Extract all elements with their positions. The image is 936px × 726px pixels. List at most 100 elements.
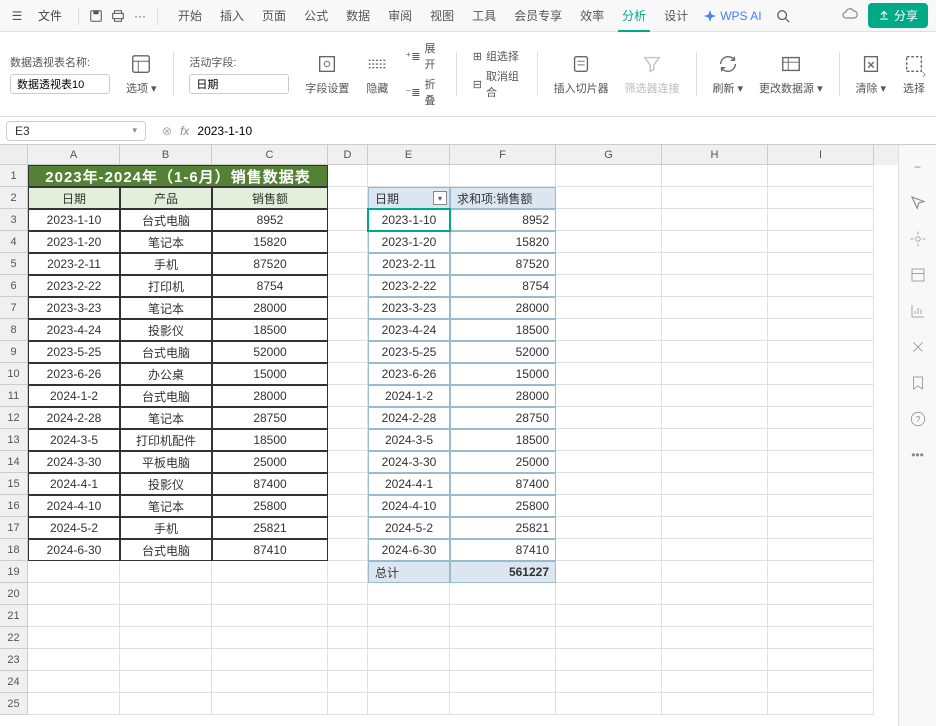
formula-input[interactable] (197, 124, 926, 138)
cell-C16[interactable]: 25800 (212, 495, 328, 517)
cell-H21[interactable] (662, 605, 768, 627)
cell-I15[interactable] (768, 473, 874, 495)
cell-B9[interactable]: 台式电脑 (120, 341, 212, 363)
cell-C8[interactable]: 18500 (212, 319, 328, 341)
cell-I10[interactable] (768, 363, 874, 385)
col-header-B[interactable]: B (120, 145, 212, 165)
cell-I17[interactable] (768, 517, 874, 539)
cell-A23[interactable] (28, 649, 120, 671)
hamburger-icon[interactable]: ☰ (8, 7, 26, 25)
cell-G3[interactable] (556, 209, 662, 231)
cell-H19[interactable] (662, 561, 768, 583)
col-header-G[interactable]: G (556, 145, 662, 165)
cell-A10[interactable]: 2023-6-26 (28, 363, 120, 385)
cell-C13[interactable]: 18500 (212, 429, 328, 451)
cell-D15[interactable] (328, 473, 368, 495)
pivot-row-13[interactable]: 2024-3-5 (368, 429, 450, 451)
cell-G8[interactable] (556, 319, 662, 341)
cell-I20[interactable] (768, 583, 874, 605)
pivot-val-3[interactable]: 8952 (450, 209, 556, 231)
cell-D22[interactable] (328, 627, 368, 649)
cell-D2[interactable] (328, 187, 368, 209)
cell-D25[interactable] (328, 693, 368, 715)
cell-B22[interactable] (120, 627, 212, 649)
layout-icon[interactable] (908, 265, 928, 285)
cell-D9[interactable] (328, 341, 368, 363)
row-header-23[interactable]: 23 (0, 649, 28, 671)
pivot-val-4[interactable]: 15820 (450, 231, 556, 253)
row-header-11[interactable]: 11 (0, 385, 28, 407)
cell-I24[interactable] (768, 671, 874, 693)
pivot-row-5[interactable]: 2023-2-11 (368, 253, 450, 275)
pivot-val-5[interactable]: 87520 (450, 253, 556, 275)
cell-C14[interactable]: 25000 (212, 451, 328, 473)
cell-I23[interactable] (768, 649, 874, 671)
cell-A15[interactable]: 2024-4-1 (28, 473, 120, 495)
cell-I21[interactable] (768, 605, 874, 627)
cell-G15[interactable] (556, 473, 662, 495)
cell-I7[interactable] (768, 297, 874, 319)
cell-A11[interactable]: 2024-1-2 (28, 385, 120, 407)
fx-icon[interactable]: fx (180, 124, 189, 138)
cell-B8[interactable]: 投影仪 (120, 319, 212, 341)
cell-F21[interactable] (450, 605, 556, 627)
cell-G18[interactable] (556, 539, 662, 561)
pivot-val-16[interactable]: 25800 (450, 495, 556, 517)
cell-C23[interactable] (212, 649, 328, 671)
row-header-10[interactable]: 10 (0, 363, 28, 385)
row-header-5[interactable]: 5 (0, 253, 28, 275)
pivot-val-6[interactable]: 8754 (450, 275, 556, 297)
cell-G24[interactable] (556, 671, 662, 693)
row-header-4[interactable]: 4 (0, 231, 28, 253)
cell-A4[interactable]: 2023-1-20 (28, 231, 120, 253)
cell-A14[interactable]: 2024-3-30 (28, 451, 120, 473)
pivot-row-header[interactable]: 日期▾ (368, 187, 450, 209)
cell-B6[interactable]: 打印机 (120, 275, 212, 297)
row-header-21[interactable]: 21 (0, 605, 28, 627)
cell-H13[interactable] (662, 429, 768, 451)
cell-G20[interactable] (556, 583, 662, 605)
cell-G11[interactable] (556, 385, 662, 407)
pivot-val-7[interactable]: 28000 (450, 297, 556, 319)
cell-B11[interactable]: 台式电脑 (120, 385, 212, 407)
cell-D16[interactable] (328, 495, 368, 517)
cell-B17[interactable]: 手机 (120, 517, 212, 539)
cell-G12[interactable] (556, 407, 662, 429)
pivot-val-10[interactable]: 15000 (450, 363, 556, 385)
pivot-row-3[interactable]: 2023-1-10 (368, 209, 450, 231)
pivot-value-header[interactable]: 求和项:销售额 (450, 187, 556, 209)
row-header-1[interactable]: 1 (0, 165, 28, 187)
cell-G7[interactable] (556, 297, 662, 319)
options-button[interactable]: 选项 ▾ (126, 52, 157, 96)
cell-I16[interactable] (768, 495, 874, 517)
cell-H12[interactable] (662, 407, 768, 429)
cell-F1[interactable] (450, 165, 556, 187)
cell-G1[interactable] (556, 165, 662, 187)
cell-A22[interactable] (28, 627, 120, 649)
cell-C9[interactable]: 52000 (212, 341, 328, 363)
active-field-input[interactable] (189, 74, 289, 94)
print-icon[interactable] (109, 7, 127, 25)
cell-E22[interactable] (368, 627, 450, 649)
cell-I5[interactable] (768, 253, 874, 275)
cell-F24[interactable] (450, 671, 556, 693)
row-header-2[interactable]: 2 (0, 187, 28, 209)
cell-B21[interactable] (120, 605, 212, 627)
cell-G16[interactable] (556, 495, 662, 517)
tab-8[interactable]: 会员专享 (510, 1, 566, 30)
pivot-row-4[interactable]: 2023-1-20 (368, 231, 450, 253)
cell-C11[interactable]: 28000 (212, 385, 328, 407)
cell-B19[interactable] (120, 561, 212, 583)
pivot-val-9[interactable]: 52000 (450, 341, 556, 363)
cell-H9[interactable] (662, 341, 768, 363)
filter-conn-button[interactable]: 筛选器连接 (625, 52, 680, 96)
cell-B4[interactable]: 笔记本 (120, 231, 212, 253)
pivot-row-16[interactable]: 2024-4-10 (368, 495, 450, 517)
cell-A25[interactable] (28, 693, 120, 715)
cell-C18[interactable]: 87410 (212, 539, 328, 561)
cloud-icon[interactable] (836, 6, 864, 25)
cell-H23[interactable] (662, 649, 768, 671)
cell-A12[interactable]: 2024-2-28 (28, 407, 120, 429)
pivot-row-7[interactable]: 2023-3-23 (368, 297, 450, 319)
cell-H15[interactable] (662, 473, 768, 495)
